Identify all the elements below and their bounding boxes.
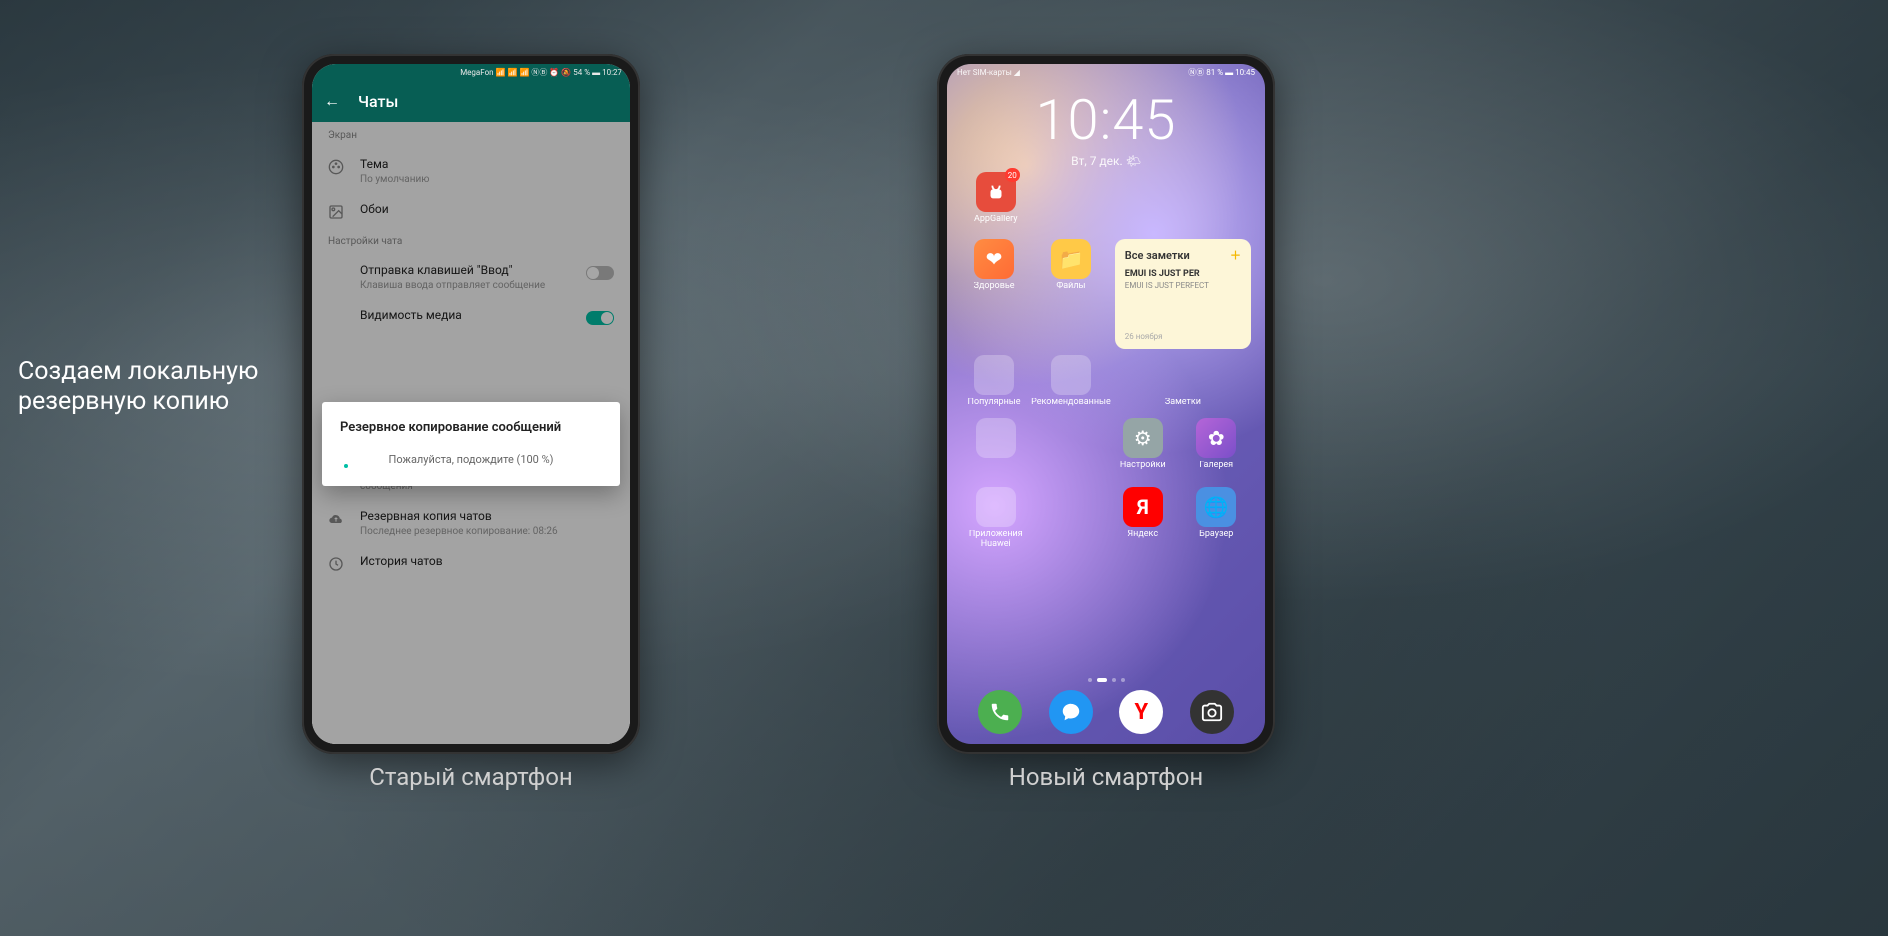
folder-icon (974, 355, 1014, 395)
spinner-dot-icon (344, 464, 348, 468)
folder-label: Популярные (968, 398, 1021, 418)
app-header: ← Чаты (312, 80, 630, 122)
folder-popular[interactable]: Популярные (961, 355, 1027, 418)
clock-widget[interactable]: 10:45 (947, 92, 1265, 148)
notes-header: Все заметки (1125, 249, 1190, 262)
dock-camera[interactable] (1190, 690, 1234, 734)
app-label: Файлы (1056, 282, 1085, 302)
app-appgallery[interactable]: 20 AppGallery (961, 172, 1031, 235)
old-phone-frame: MegaFon 📶 📶 📶 ⓃⒷ ⏰ 🔕 54 % ▬ 10:27 ← Чаты… (302, 54, 640, 754)
files-icon: 📁 (1051, 239, 1091, 279)
weather-icon: 🌤 (1126, 154, 1141, 168)
old-phone-label: Старый смартфон (302, 763, 640, 791)
dock: Y (947, 685, 1265, 734)
app-label: Браузер (1199, 530, 1233, 550)
gallery-icon: ✿ (1196, 418, 1236, 458)
folder-icon (976, 487, 1016, 527)
date-widget[interactable]: Вт, 7 дек. 🌤 (947, 154, 1265, 168)
app-settings[interactable]: ⚙ Настройки (1108, 418, 1178, 481)
dock-phone[interactable] (978, 690, 1022, 734)
app-gallery[interactable]: ✿ Галерея (1182, 418, 1252, 481)
folder-label: Приложения Huawei (961, 530, 1031, 550)
caption-text: Создаем локальную резервную копию (18, 357, 258, 417)
back-arrow-icon[interactable]: ← (324, 91, 340, 111)
home-screen: Нет SIM-карты ◢ ⓃⒷ 81 % ▬ 10:45 10:45 Вт… (947, 64, 1265, 744)
status-bar: MegaFon 📶 📶 📶 ⓃⒷ ⏰ 🔕 54 % ▬ 10:27 (312, 64, 630, 80)
app-label: Яндекс (1127, 530, 1158, 550)
notes-widget[interactable]: Все заметки ＋ EMUI IS JUST PER EMUI IS J… (1115, 239, 1251, 349)
status-left: Нет SIM-карты ◢ (957, 68, 1020, 77)
status-right: ⓃⒷ 81 % ▬ 10:45 (1188, 67, 1255, 78)
folder-icon (1051, 355, 1091, 395)
app-label: Галерея (1199, 461, 1233, 481)
appgallery-icon: 20 (976, 172, 1016, 212)
notes-date: 26 ноября (1125, 332, 1241, 341)
app-browser[interactable]: 🌐 Браузер (1182, 487, 1252, 550)
date-text: Вт, 7 дек. (1071, 154, 1123, 168)
notes-app-label: Заметки (1165, 398, 1201, 418)
folder-icon (976, 418, 1016, 458)
new-phone-screen: Нет SIM-карты ◢ ⓃⒷ 81 % ▬ 10:45 10:45 Вт… (947, 64, 1265, 744)
yandex-icon: Я (1123, 487, 1163, 527)
dock-yandex[interactable]: Y (1119, 690, 1163, 734)
status-text: MegaFon 📶 📶 📶 ⓃⒷ ⏰ 🔕 54 % ▬ 10:27 (460, 67, 622, 78)
app-label: Настройки (1120, 461, 1166, 481)
settings-body: Экран Тема По умолчанию Обои (312, 122, 630, 744)
health-icon: ❤ (974, 239, 1014, 279)
app-label: Здоровье (974, 282, 1015, 302)
dialog-title: Резервное копирование сообщений (340, 420, 602, 435)
backup-progress-dialog: Резервное копирование сообщений Пожалуйс… (322, 402, 620, 486)
app-label: AppGallery (974, 215, 1018, 235)
caption-line2: резервную копию (18, 387, 258, 417)
folder-generic[interactable] (961, 418, 1031, 481)
folder-label (995, 461, 997, 481)
notes-sub: EMUI IS JUST PERFECT (1125, 281, 1241, 290)
old-phone-screen: MegaFon 📶 📶 📶 ⓃⒷ ⏰ 🔕 54 % ▬ 10:27 ← Чаты… (312, 64, 630, 744)
folder-recommended[interactable]: Рекомендованные (1031, 355, 1111, 418)
status-bar: Нет SIM-карты ◢ ⓃⒷ 81 % ▬ 10:45 (947, 64, 1265, 80)
browser-icon: 🌐 (1196, 487, 1236, 527)
new-phone-label: Новый смартфон (937, 763, 1275, 791)
app-files[interactable]: 📁 Файлы (1031, 239, 1111, 302)
dialog-message: Пожалуйста, подождите (100 %) (340, 453, 602, 466)
settings-icon: ⚙ (1123, 418, 1163, 458)
page-indicator (947, 678, 1265, 682)
caption-line1: Создаем локальную (18, 357, 258, 386)
folder-huawei-apps[interactable]: Приложения Huawei (961, 487, 1031, 550)
app-yandex[interactable]: Я Яндекс (1108, 487, 1178, 550)
new-phone-frame: Нет SIM-карты ◢ ⓃⒷ 81 % ▬ 10:45 10:45 Вт… (937, 54, 1275, 754)
whatsapp-chats-settings: MegaFon 📶 📶 📶 ⓃⒷ ⏰ 🔕 54 % ▬ 10:27 ← Чаты… (312, 64, 630, 744)
notes-title: EMUI IS JUST PER (1125, 269, 1241, 279)
add-note-icon[interactable]: ＋ (1230, 247, 1241, 263)
app-health[interactable]: ❤ Здоровье (961, 239, 1027, 302)
app-title: Чаты (358, 92, 398, 111)
folder-label: Рекомендованные (1031, 398, 1111, 418)
dock-messages[interactable] (1049, 690, 1093, 734)
badge: 20 (1005, 168, 1020, 182)
